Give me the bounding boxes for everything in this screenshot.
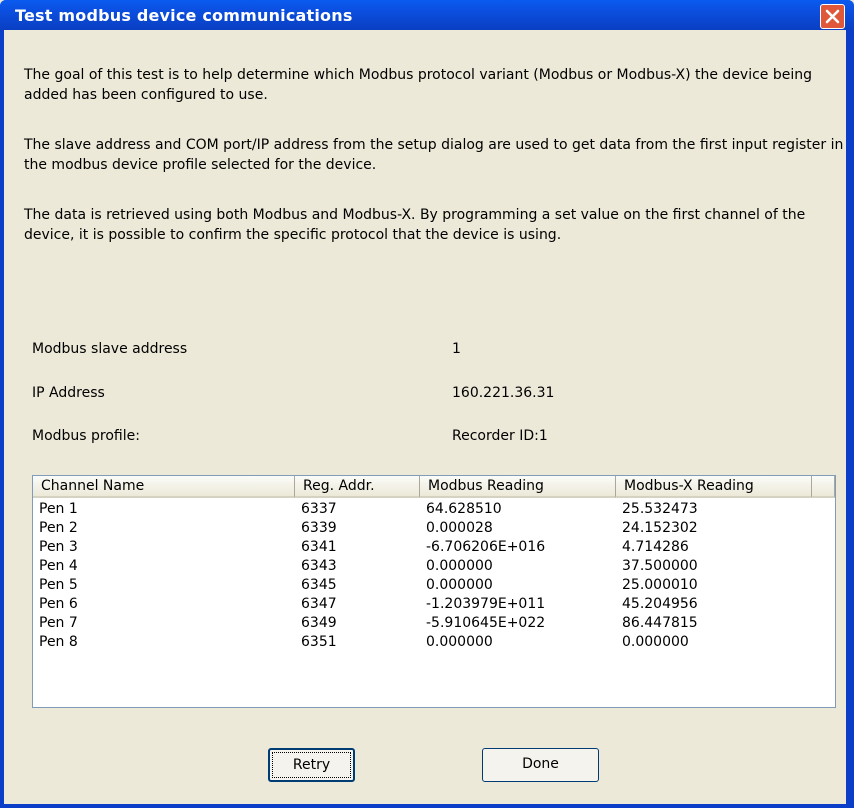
cell-channel-name: Pen 2 xyxy=(39,520,78,536)
title-bar[interactable]: Test modbus device communications xyxy=(0,0,854,30)
readings-table[interactable]: Channel Name Reg. Addr. Modbus Reading M… xyxy=(32,475,836,708)
column-header-channel-name[interactable]: Channel Name xyxy=(33,476,295,498)
cell-reg-addr: 6343 xyxy=(301,558,337,574)
description-paragraph-3: The data is retrieved using both Modbus … xyxy=(24,207,806,243)
column-header-modbus-reading[interactable]: Modbus Reading xyxy=(420,476,616,498)
column-header-filler xyxy=(812,476,835,498)
cell-modbus-reading: 0.000000 xyxy=(426,634,493,650)
cell-channel-name: Pen 3 xyxy=(39,539,78,555)
table-row[interactable]: Pen 6 6347 -1.203979E+011 45.204956 xyxy=(33,594,835,614)
done-button[interactable]: Done xyxy=(482,748,599,782)
cell-channel-name: Pen 6 xyxy=(39,596,78,612)
cell-reg-addr: 6351 xyxy=(301,634,337,650)
cell-channel-name: Pen 7 xyxy=(39,615,78,631)
modbus-profile-value: Recorder ID:1 xyxy=(452,428,548,444)
cell-reg-addr: 6347 xyxy=(301,596,337,612)
column-header-modbusx-reading[interactable]: Modbus-X Reading xyxy=(616,476,812,498)
cell-modbusx-reading: 25.532473 xyxy=(622,501,698,517)
cell-modbus-reading: -5.910645E+022 xyxy=(426,615,546,631)
window-title: Test modbus device communications xyxy=(15,6,353,25)
cell-channel-name: Pen 8 xyxy=(39,634,78,650)
cell-modbus-reading: -1.203979E+011 xyxy=(426,596,546,612)
cell-modbus-reading: 0.000028 xyxy=(426,520,493,536)
slave-address-label: Modbus slave address xyxy=(32,341,188,357)
cell-modbus-reading: 0.000000 xyxy=(426,577,493,593)
cell-channel-name: Pen 5 xyxy=(39,577,78,593)
cell-reg-addr: 6349 xyxy=(301,615,337,631)
table-row[interactable]: Pen 7 6349 -5.910645E+022 86.447815 xyxy=(33,613,835,633)
cell-modbusx-reading: 37.500000 xyxy=(622,558,698,574)
cell-modbusx-reading: 45.204956 xyxy=(622,596,698,612)
modbus-profile-label: Modbus profile: xyxy=(32,428,140,444)
cell-modbus-reading: 0.000000 xyxy=(426,558,493,574)
close-button[interactable] xyxy=(820,4,845,29)
cell-reg-addr: 6337 xyxy=(301,501,337,517)
table-header: Channel Name Reg. Addr. Modbus Reading M… xyxy=(33,476,835,498)
cell-modbus-reading: 64.628510 xyxy=(426,501,502,517)
dialog-window: Test modbus device communications The go… xyxy=(0,0,854,808)
ip-address-label: IP Address xyxy=(32,385,105,401)
cell-modbusx-reading: 24.152302 xyxy=(622,520,698,536)
ip-address-value: 160.221.36.31 xyxy=(452,385,555,401)
table-row[interactable]: Pen 5 6345 0.000000 25.000010 xyxy=(33,575,835,595)
description-paragraph-1: The goal of this test is to help determi… xyxy=(24,67,813,103)
table-row[interactable]: Pen 1 6337 64.628510 25.532473 xyxy=(33,499,835,519)
table-row[interactable]: Pen 4 6343 0.000000 37.500000 xyxy=(33,556,835,576)
cell-channel-name: Pen 4 xyxy=(39,558,78,574)
cell-modbusx-reading: 0.000000 xyxy=(622,634,689,650)
cell-modbusx-reading: 25.000010 xyxy=(622,577,698,593)
cell-reg-addr: 6341 xyxy=(301,539,337,555)
table-row[interactable]: Pen 3 6341 -6.706206E+016 4.714286 xyxy=(33,537,835,557)
close-icon xyxy=(825,9,840,24)
column-header-reg-addr[interactable]: Reg. Addr. xyxy=(295,476,420,498)
table-row[interactable]: Pen 2 6339 0.000028 24.152302 xyxy=(33,518,835,538)
description-paragraph-2: The slave address and COM port/IP addres… xyxy=(24,137,844,173)
cell-modbusx-reading: 4.714286 xyxy=(622,539,689,555)
table-row[interactable]: Pen 8 6351 0.000000 0.000000 xyxy=(33,632,835,652)
retry-button[interactable]: Retry xyxy=(268,748,355,782)
cell-reg-addr: 6339 xyxy=(301,520,337,536)
slave-address-value: 1 xyxy=(452,341,461,357)
cell-modbus-reading: -6.706206E+016 xyxy=(426,539,546,555)
cell-modbusx-reading: 86.447815 xyxy=(622,615,698,631)
cell-channel-name: Pen 1 xyxy=(39,501,78,517)
cell-reg-addr: 6345 xyxy=(301,577,337,593)
